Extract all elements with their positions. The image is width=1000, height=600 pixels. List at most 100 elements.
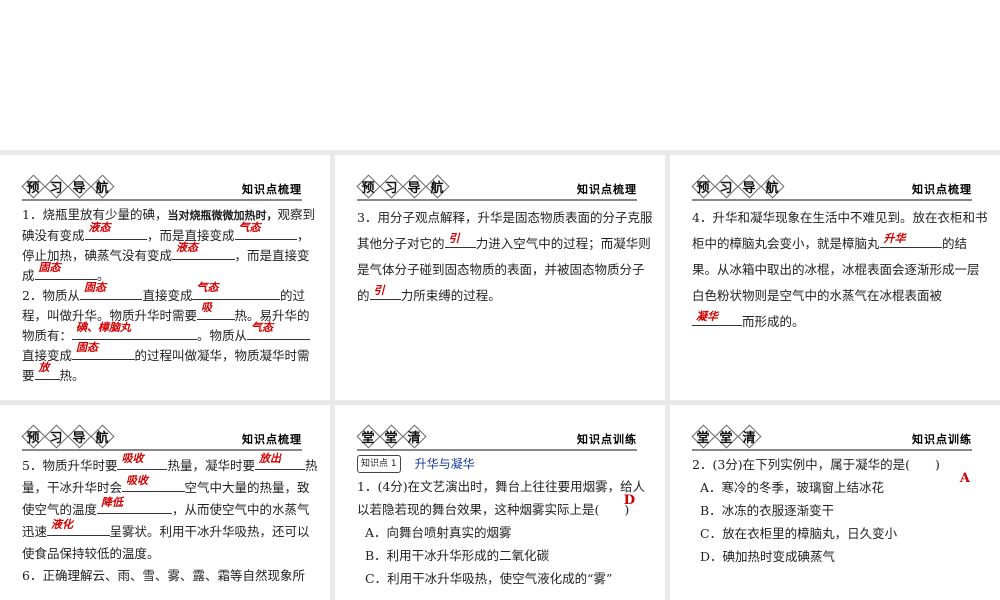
question-paragraph: 3．用分子观点解释，升华是固态物质表面的分子克服其他分子对它的引力进入空气中的过… [357,205,653,309]
badge-char: 清 [742,430,756,446]
section-badge-char: 航 [91,175,113,197]
badge-char: 航 [95,180,109,196]
badge-char: 堂 [361,430,375,446]
question-paragraph: 5．物质升华时要 吸收 热量，凝华时要 放出 热量，干冰升华时会 吸收 空气中大量的热量，致… [22,452,318,565]
slide-6: 堂堂清 知识点训练 2．(3分)在下列实例中，属于凝华的是( ) A A．寒冷的冬季，玻… [670,405,1000,600]
handwritten-answer: 碘、樟脑丸 [76,320,132,334]
handwritten-answer: 吸 [201,300,213,314]
handwritten-answer: 液化 [51,517,74,531]
question-stem: 1．(4分)在文艺演出时，舞台上往往要用烟雾，给人以若隐若现的舞台效果，这种烟雾… [357,475,653,521]
answer-option[interactable]: A．向舞台喷射真实的烟雾 [357,521,653,544]
handwritten-answer: 固态 [83,280,106,294]
badge-char: 导 [72,180,86,196]
knowledge-point-badge: 知识点 1 [357,455,401,473]
section-badge-char: 预 [22,175,44,197]
badge-char: 航 [765,180,779,196]
section-badges: 预习导航 [22,175,114,197]
handwritten-answer: D [623,492,635,508]
section-badge-char: 航 [91,425,113,447]
badge-char: 导 [742,180,756,196]
knowledge-point-title: 升华与凝华 [414,457,475,471]
answer-blank: 放出 [254,452,305,470]
badge-char: 堂 [719,430,733,446]
answer-option[interactable]: A．寒冷的冬季，玻璃窗上结冰花 [692,476,988,499]
slide-body: 1．烧瓶里放有少量的碘，当对烧瓶微微加热时，观察到碘没有变成 液态 ，而是直接变成气… [22,205,318,386]
handwritten-answer: 放 [38,360,50,374]
badge-char: 预 [361,180,375,196]
slide-body: 2．(3分)在下列实例中，属于凝华的是( ) A A．寒冷的冬季，玻璃窗上结冰花 B．… [692,453,988,568]
slide-1: 预习导航 知识点梳理 1．烧瓶里放有少量的碘，当对烧瓶微微加热时，观察到碘没有变成液… [0,155,330,400]
slide-body: 4．升华和凝华现象在生活中不难见到。放在衣柜和书柜中的樟脑丸会变小，就是樟脑丸升… [692,205,988,335]
handwritten-answer: 固态 [38,260,61,274]
section-badge-char: 航 [426,175,448,197]
answer-option[interactable]: B．冰冻的衣服逐渐变干 [692,499,988,522]
handwritten-answer: 气态 [196,280,219,294]
section-badge-char: 习 [715,175,737,197]
answer-blank: 气态 [247,321,310,340]
section-label: 知识点梳理 [912,183,972,196]
badge-char: 导 [72,430,86,446]
badge-char: 预 [26,430,40,446]
badge-char: 导 [407,180,421,196]
slide-3: 预习导航 知识点梳理 4．升华和凝华现象在生活中不难见到。放在衣柜和书柜中的樟脑丸会… [670,155,1000,400]
badge-char: 习 [384,180,398,196]
answer-option[interactable]: C．利用干冰升华吸热，使空气液化成的“雾” [357,567,653,590]
handwritten-answer: 引 [448,231,460,245]
answer-blank: 气态 [234,221,298,240]
handwritten-answer: 气态 [238,220,261,234]
section-badges: 堂堂清 [692,425,761,447]
slide-header: 预习导航 知识点梳理 [22,173,302,201]
question-text: 2．物质从 [22,288,80,303]
section-badge-char: 预 [692,175,714,197]
slide-header: 预习导航 知识点梳理 [357,173,637,201]
handwritten-answer: 吸收 [121,451,144,465]
question-text: 直接变成 [142,288,193,303]
handwritten-answer: A [959,470,970,486]
answer-option[interactable]: C．放在衣柜里的樟脑丸，日久变小 [692,522,988,545]
section-badge-char: 导 [68,175,90,197]
section-badge-char: 导 [738,175,760,197]
section-badge-char: 预 [357,175,379,197]
question-paragraph: 1．烧瓶里放有少量的碘，当对烧瓶微微加热时，观察到碘没有变成 液态 ，而是直接变成气… [22,205,318,286]
section-badges: 预习导航 [692,175,784,197]
section-badge-char: 堂 [715,425,737,447]
answer-blank: 固态 [79,281,143,300]
section-badges: 堂堂清 [357,425,426,447]
handwritten-answer: 固态 [76,340,99,354]
question-stem: 2．(3分)在下列实例中，属于凝华的是( ) A [692,453,988,486]
question-paragraph: 6．正确理解云、雨、雪、雾、露、霜等自然现象所 [22,565,318,587]
section-badge-char: 航 [761,175,783,197]
badge-char: 清 [407,430,421,446]
answer-blank: 液化 [47,518,110,536]
handwritten-answer: 液态 [88,220,111,234]
answer-blank: 固态 [72,341,135,360]
section-badges: 预习导航 [357,175,449,197]
slide-header: 堂堂清 知识点训练 [692,423,972,451]
badge-char: 航 [430,180,444,196]
section-badge-char: 清 [403,425,425,447]
answer-blank: 吸收 [117,452,168,470]
section-label: 知识点训练 [912,433,972,446]
section-badge-char: 习 [45,175,67,197]
section-badge-char: 习 [380,175,402,197]
answer-blank: 吸收 [122,474,185,492]
answer-blank: 升华 [879,232,943,248]
section-badge-char: 导 [68,425,90,447]
answer-blank: 液态 [172,241,235,260]
badge-char: 堂 [384,430,398,446]
answer-option[interactable]: D．碘加热时变成碘蒸气 [692,545,988,568]
section-badges: 预习导航 [22,425,114,447]
answer-blank: 降低 [97,496,173,514]
handwritten-answer: 升华 [883,231,906,245]
badge-char: 习 [49,430,63,446]
handwritten-answer: 凝华 [696,309,718,323]
section-label: 知识点梳理 [242,183,302,196]
question-text: 。物质从 [197,328,248,343]
section-badge-char: 预 [22,425,44,447]
badge-char: 预 [26,180,40,196]
badge-char: 习 [49,180,63,196]
question-text: 5．物质升华时要 [22,458,118,473]
question-text: 1．(4分)在文艺演出时，舞台上往往要用烟雾，给人以若隐若现的舞台效果，这种烟雾… [357,479,646,517]
answer-option[interactable]: B．利用干冰升华形成的二氧化碳 [357,544,653,567]
section-badge-char: 导 [403,175,425,197]
